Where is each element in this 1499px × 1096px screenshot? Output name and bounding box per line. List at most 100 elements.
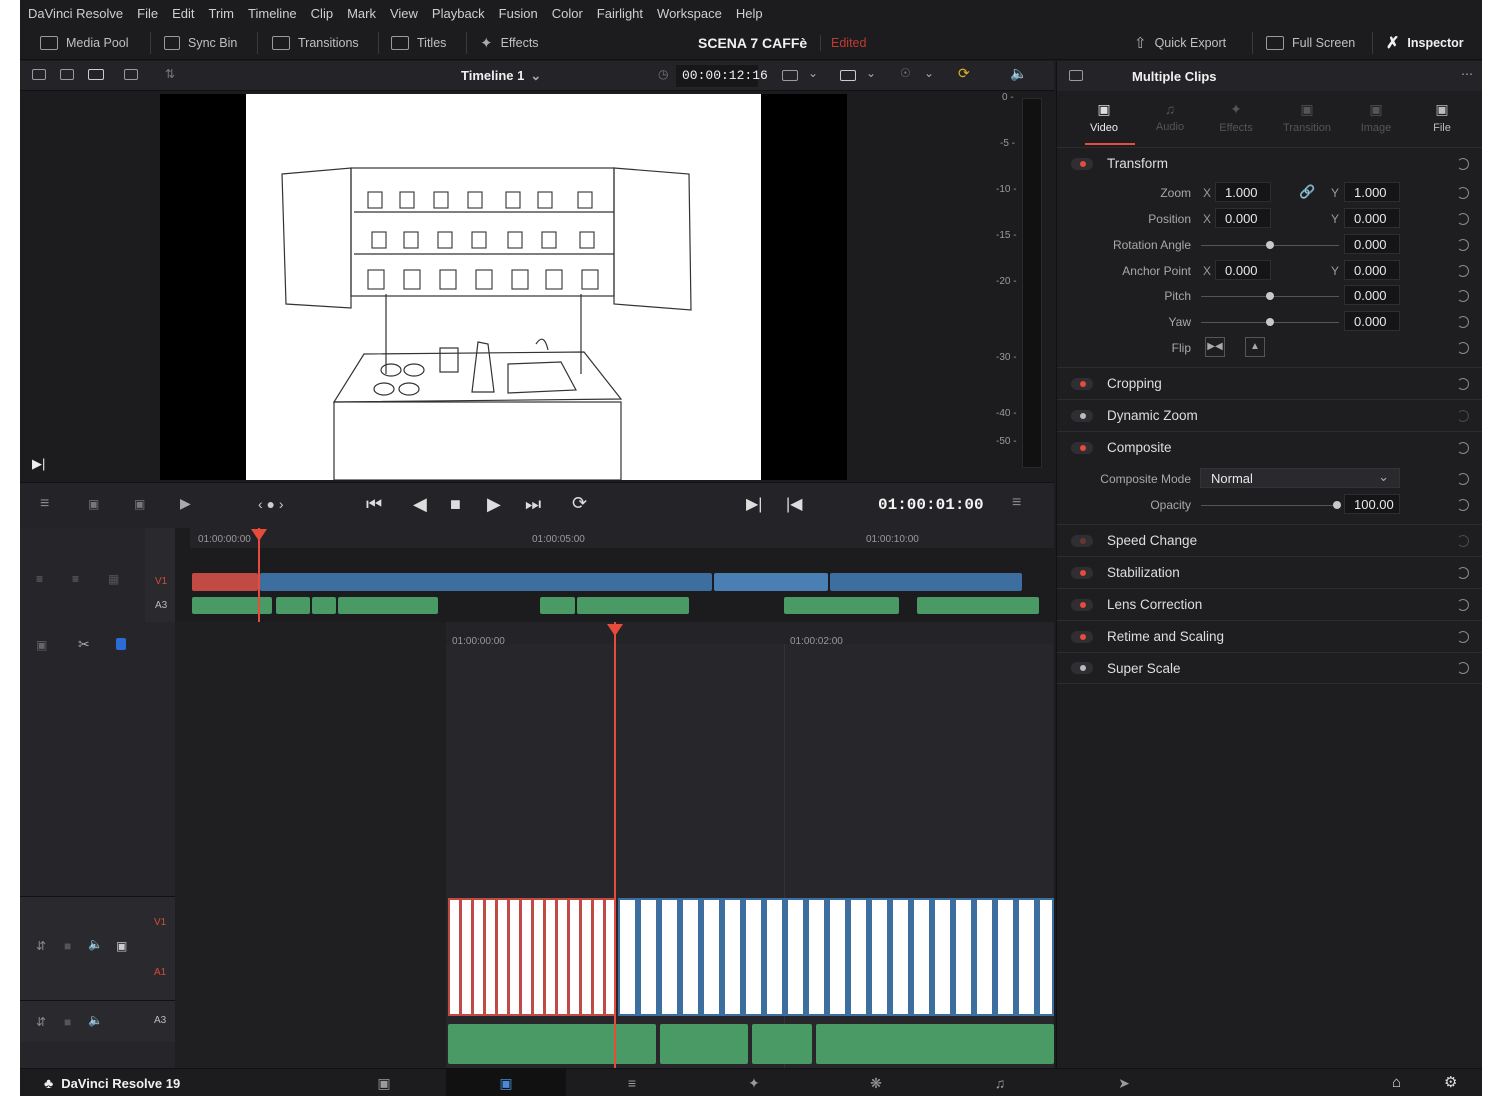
reset-icon[interactable] <box>1457 157 1469 170</box>
reset-icon[interactable] <box>1457 239 1469 251</box>
menu-mark[interactable]: Mark <box>347 6 376 21</box>
razor-icon[interactable]: ✂ <box>78 636 90 653</box>
playback-res-icon[interactable] <box>840 70 856 81</box>
lower-clip-audio[interactable] <box>448 1024 656 1064</box>
dynamic-zoom-toggle[interactable] <box>1071 409 1093 422</box>
tab-file[interactable]: ▣ File <box>1417 101 1467 134</box>
lower-clip-audio[interactable] <box>660 1024 748 1064</box>
lower-clip-audio[interactable] <box>752 1024 812 1064</box>
lower-clip-audio[interactable] <box>816 1024 1054 1064</box>
titles-button[interactable]: Titles <box>391 34 446 52</box>
reset-icon[interactable] <box>1457 316 1469 328</box>
reset-icon[interactable] <box>1457 441 1469 454</box>
edit-page-icon[interactable]: ≡ <box>572 1069 692 1096</box>
media-pool-button[interactable]: Media Pool <box>40 34 129 52</box>
viewer[interactable]: ▶| <box>20 92 986 482</box>
retime-section-header[interactable]: Retime and Scaling <box>1057 620 1482 652</box>
timeline-view-icon[interactable]: ▶ <box>180 495 191 512</box>
inspector-button[interactable]: ✗ Inspector <box>1386 34 1464 52</box>
stop-icon[interactable]: ■ <box>450 494 461 515</box>
chevron-down-icon[interactable]: ⌄ <box>808 66 818 80</box>
tab-video[interactable]: ▣ Video <box>1079 101 1129 134</box>
upper-playhead[interactable] <box>258 528 260 622</box>
upper-clip-audio[interactable] <box>192 597 272 614</box>
track-tools-icon[interactable]: ≡ <box>36 572 43 586</box>
upper-clip-audio[interactable] <box>338 597 438 614</box>
upper-track-area[interactable] <box>190 548 1054 622</box>
menu-playback[interactable]: Playback <box>432 6 485 21</box>
home-icon[interactable]: ⌂ <box>1392 1074 1401 1091</box>
fusion-page-icon[interactable]: ✦ <box>694 1069 814 1096</box>
timeline-selector[interactable]: Timeline 1 ⌄ <box>461 68 541 84</box>
reset-icon[interactable] <box>1457 265 1469 277</box>
viewer-options-icon[interactable]: ≡ <box>1012 494 1021 512</box>
reset-icon[interactable] <box>1457 630 1469 643</box>
lower-clip-video[interactable] <box>618 898 1054 1016</box>
yaw-knob[interactable] <box>1266 318 1274 326</box>
dynamic-zoom-section-header[interactable]: Dynamic Zoom <box>1057 399 1482 431</box>
upper-clip-video[interactable] <box>714 573 828 591</box>
lens-correction-toggle[interactable] <box>1071 598 1093 611</box>
mark-out-icon[interactable]: |◀ <box>786 494 802 514</box>
rotation-field[interactable]: 0.000 <box>1344 234 1400 254</box>
reset-icon[interactable] <box>1457 662 1469 674</box>
lower-clip-selected[interactable] <box>448 898 616 1016</box>
reset-icon[interactable] <box>1457 473 1469 485</box>
waveform-icon[interactable]: ▦ <box>108 572 119 586</box>
viewer-size-icon[interactable] <box>782 70 798 81</box>
color-page-icon[interactable]: ❋ <box>816 1069 936 1096</box>
upper-ruler[interactable]: 01:00:00:00 01:00:05:00 01:00:10:00 <box>190 528 1054 548</box>
menu-app[interactable]: DaVinci Resolve <box>28 6 123 21</box>
film-icon[interactable]: ▣ <box>116 939 127 953</box>
stabilization-toggle[interactable] <box>1071 566 1093 579</box>
cropping-toggle[interactable] <box>1071 377 1093 390</box>
edit-settings-icon[interactable]: ≡ <box>40 495 49 513</box>
reset-icon[interactable] <box>1457 377 1469 390</box>
speed-change-section-header[interactable]: Speed Change <box>1057 524 1482 556</box>
menu-help[interactable]: Help <box>736 6 763 21</box>
layout-icon-3[interactable] <box>88 69 104 80</box>
reset-icon[interactable] <box>1457 213 1469 225</box>
clip-view-icon[interactable]: ▣ <box>36 638 47 652</box>
upper-clip-selected[interactable] <box>192 573 258 591</box>
lock-icon[interactable]: ■ <box>64 1015 71 1029</box>
loop-icon[interactable]: ⟳ <box>572 493 587 514</box>
position-y-field[interactable]: 0.000 <box>1344 208 1400 228</box>
menu-trim[interactable]: Trim <box>209 6 235 21</box>
poi-icon[interactable]: ▣ <box>88 497 99 511</box>
composite-section-header[interactable]: Composite <box>1057 431 1482 463</box>
chevron-down-icon[interactable]: ⌄ <box>924 66 934 80</box>
overlay-icon[interactable]: ☉ <box>900 66 911 80</box>
super-scale-section-header[interactable]: Super Scale <box>1057 652 1482 684</box>
speaker-icon[interactable]: 🔈 <box>1010 65 1027 82</box>
go-to-end-icon[interactable]: ▶| <box>32 456 45 472</box>
upper-clip-audio[interactable] <box>917 597 1039 614</box>
retime-toggle[interactable] <box>1071 630 1093 643</box>
composite-mode-select[interactable]: Normal ⌄ <box>1200 468 1400 488</box>
composite-toggle[interactable] <box>1071 441 1093 454</box>
menu-workspace[interactable]: Workspace <box>657 6 722 21</box>
fairlight-page-icon[interactable]: ♫ <box>940 1069 1060 1096</box>
tab-transition[interactable]: ▣ Transition <box>1275 101 1339 134</box>
reset-icon[interactable] <box>1457 499 1469 511</box>
menu-fairlight[interactable]: Fairlight <box>597 6 643 21</box>
layout-icon-4[interactable] <box>124 69 138 80</box>
opacity-slider[interactable] <box>1201 505 1339 506</box>
upper-clip-audio[interactable] <box>577 597 689 614</box>
layout-icon-1[interactable] <box>32 69 46 80</box>
super-scale-toggle[interactable] <box>1071 662 1093 674</box>
transform-section-header[interactable]: Transform <box>1057 147 1482 179</box>
cropping-section-header[interactable]: Cropping <box>1057 367 1482 399</box>
upper-clip-audio[interactable] <box>312 597 336 614</box>
menu-color[interactable]: Color <box>552 6 583 21</box>
reset-icon[interactable] <box>1457 566 1469 579</box>
reset-icon[interactable] <box>1457 342 1469 354</box>
menu-fusion[interactable]: Fusion <box>499 6 538 21</box>
track-height-icon[interactable]: ⇵ <box>36 1015 46 1029</box>
lower-ruler[interactable]: 01:00:00:00 01:00:02:00 <box>446 622 1054 647</box>
play-icon[interactable]: ▶ <box>487 494 501 515</box>
deliver-page-icon[interactable]: ➤ <box>1064 1069 1184 1096</box>
speaker-icon[interactable]: 🔈 <box>88 937 103 951</box>
link-icon[interactable]: 🔗 <box>1299 184 1315 200</box>
layout-icon-2[interactable] <box>60 69 74 80</box>
